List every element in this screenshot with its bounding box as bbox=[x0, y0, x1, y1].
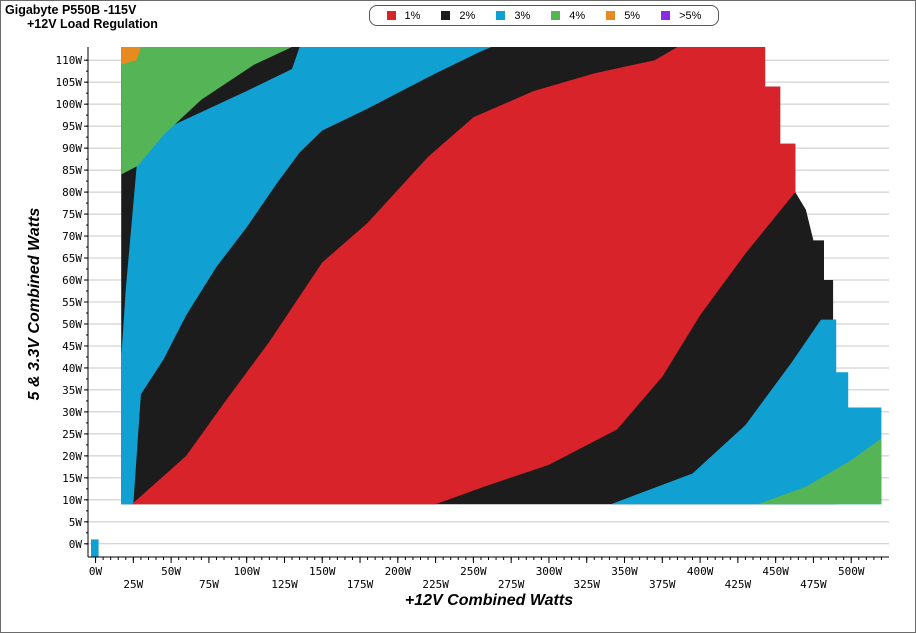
y-tick-label: 50W bbox=[62, 318, 82, 331]
y-tick-label: 100W bbox=[56, 98, 83, 111]
x-tick-label: 350W bbox=[611, 565, 638, 578]
y-tick-label: 45W bbox=[62, 340, 82, 353]
x-tick-label: 0W bbox=[89, 565, 103, 578]
y-tick-label: 80W bbox=[62, 186, 82, 199]
y-tick-label: 105W bbox=[56, 76, 83, 89]
x-tick-label: 425W bbox=[725, 578, 752, 591]
y-tick-label: 65W bbox=[62, 252, 82, 265]
x-tick-label: 100W bbox=[233, 565, 260, 578]
y-tick-label: 95W bbox=[62, 120, 82, 133]
x-tick-label: 400W bbox=[687, 565, 714, 578]
y-tick-label: 55W bbox=[62, 296, 82, 309]
x-tick-label: 250W bbox=[460, 565, 487, 578]
y-tick-label: 0W bbox=[69, 538, 83, 551]
x-tick-label: 500W bbox=[838, 565, 865, 578]
x-tick-label: 175W bbox=[347, 578, 374, 591]
chart-frame: Gigabyte P550B -115V +12V Load Regulatio… bbox=[0, 0, 916, 633]
y-axis-title: 5 & 3.3V Combined Watts bbox=[26, 208, 43, 401]
x-tick-label: 450W bbox=[762, 565, 789, 578]
y-tick-label: 35W bbox=[62, 384, 82, 397]
y-tick-label: 85W bbox=[62, 164, 82, 177]
y-tick-label: 60W bbox=[62, 274, 82, 287]
y-tick-label: 30W bbox=[62, 406, 82, 419]
region-layer bbox=[91, 47, 882, 557]
x-tick-label: 150W bbox=[309, 565, 336, 578]
region-3pct bbox=[91, 539, 99, 557]
x-tick-label: 225W bbox=[422, 578, 449, 591]
chart-svg: 0W 5W 10W 15W 20W 25W 30W 35W 40W 45W 50W 55W 60W 65W… bbox=[26, 47, 889, 609]
x-tick-label: 25W bbox=[123, 578, 143, 591]
y-tick-label: 5W bbox=[69, 516, 83, 529]
x-tick-label: 200W bbox=[385, 565, 412, 578]
x-tick-label: 275W bbox=[498, 578, 525, 591]
x-tick-label: 475W bbox=[800, 578, 827, 591]
x-tick-label: 375W bbox=[649, 578, 676, 591]
y-tick-label: 20W bbox=[62, 450, 82, 463]
y-tick-label: 40W bbox=[62, 362, 82, 375]
y-tick-label: 110W bbox=[56, 54, 83, 67]
x-tick-label: 75W bbox=[199, 578, 219, 591]
y-tick-label: 90W bbox=[62, 142, 82, 155]
y-tick-label: 15W bbox=[62, 472, 82, 485]
x-tick-label: 125W bbox=[271, 578, 298, 591]
x-axis-title: +12V Combined Watts bbox=[405, 592, 573, 609]
y-tick-label: 75W bbox=[62, 208, 82, 221]
y-tick-label: 25W bbox=[62, 428, 82, 441]
x-tick-label: 50W bbox=[161, 565, 181, 578]
x-tick-label: 325W bbox=[573, 578, 600, 591]
x-tick-label: 300W bbox=[536, 565, 563, 578]
y-tick-label: 70W bbox=[62, 230, 82, 243]
y-tick-label: 10W bbox=[62, 494, 82, 507]
